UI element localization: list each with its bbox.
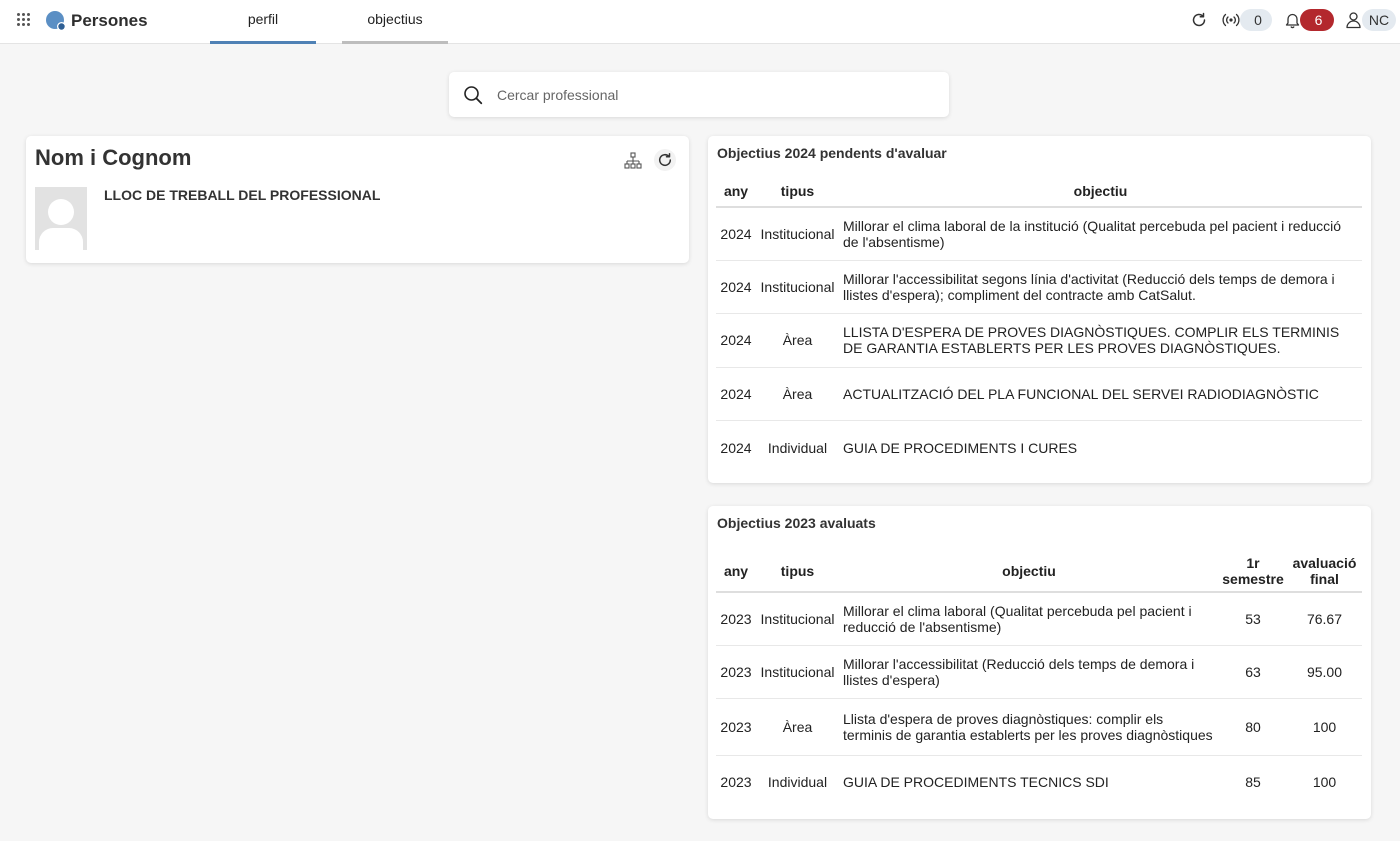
cell-tipus: Individual: [767, 773, 828, 790]
job-title: LLOC DE TREBALL DEL PROFESSIONAL: [104, 187, 381, 203]
cell-objectiu: Llista d'espera de proves diagnòstiques:…: [839, 698, 1219, 756]
cell-any: 2023: [716, 645, 756, 699]
tab-objectius[interactable]: objectius: [342, 0, 448, 44]
cell-any: 2024: [716, 367, 756, 422]
table-row: 2024 Institucional Millorar l'accessibil…: [716, 260, 1362, 315]
column-header-any: any: [716, 176, 756, 208]
cell-objectiu: Millorar el clima laboral (Qualitat perc…: [839, 592, 1219, 646]
cell-tipus: Institucional: [756, 207, 839, 261]
cell-avaluacio-final: 95.00: [1287, 645, 1362, 699]
user-icon[interactable]: [1345, 11, 1362, 29]
avatar: [35, 187, 87, 250]
apps-grid-icon[interactable]: [17, 13, 31, 27]
cell-tipus: Individual: [767, 439, 828, 456]
evaluated-objectives-table: any tipus objectiu 1r semestre avaluació…: [716, 550, 1362, 808]
cell-objectiu: Millorar el clima laboral de la instituc…: [839, 207, 1362, 261]
app-title: Persones: [71, 11, 148, 30]
cell-objectiu: GUIA DE PROCEDIMENTS I CURES: [843, 439, 1078, 456]
refresh-icon[interactable]: [1190, 11, 1208, 29]
table-row: 2023 Individual GUIA DE PROCEDIMENTS TEC…: [716, 755, 1362, 808]
user-initials-badge[interactable]: NC: [1362, 9, 1396, 31]
column-header-objectiu: objectiu: [839, 550, 1219, 593]
table-row: 2023 Institucional Millorar el clima lab…: [716, 592, 1362, 646]
cell-any: 2024: [716, 313, 756, 368]
profile-card: Nom i Cognom LLOC DE TREBALL DEL PROFESS…: [26, 136, 689, 263]
column-header-tipus: tipus: [756, 176, 839, 208]
table-row: 2023 Institucional Millorar l'accessibil…: [716, 645, 1362, 699]
notifications-count-badge[interactable]: 6: [1300, 9, 1334, 31]
pending-objectives-title: Objectius 2024 pendents d'avaluar: [717, 145, 947, 161]
cell-any: 2023: [716, 698, 756, 756]
cell-semestre: 63: [1219, 645, 1287, 699]
column-header-objectiu: objectiu: [839, 176, 1362, 208]
table-row: 2024 Individual GUIA DE PROCEDIMENTS I C…: [716, 421, 1362, 474]
search-icon: [464, 86, 483, 105]
cell-avaluacio-final: 76.67: [1287, 592, 1362, 646]
cell-objectiu: GUIA DE PROCEDIMENTS TECNICS SDI: [843, 773, 1109, 790]
cell-avaluacio-final: 100: [1287, 698, 1362, 756]
cell-objectiu: ACTUALITZACIÓ DEL PLA FUNCIONAL DEL SERV…: [839, 367, 1362, 422]
tab-perfil[interactable]: perfil: [210, 0, 316, 44]
connections-count-badge[interactable]: 0: [1240, 9, 1272, 31]
evaluated-objectives-title: Objectius 2023 avaluats: [717, 515, 876, 531]
cell-any: 2024: [720, 439, 752, 456]
refresh-icon: [658, 153, 672, 166]
table-row: 2024 Àrea ACTUALITZACIÓ DEL PLA FUNCIONA…: [716, 367, 1362, 422]
table-row: 2024 Àrea LLISTA D'ESPERA DE PROVES DIAG…: [716, 313, 1362, 368]
cell-tipus: Àrea: [756, 367, 839, 422]
avatar-placeholder-icon: [39, 199, 83, 250]
cell-semestre: 80: [1219, 698, 1287, 756]
cell-tipus: Institucional: [756, 592, 839, 646]
cell-tipus: Àrea: [756, 313, 839, 368]
cell-avaluacio-final: 100: [1312, 773, 1337, 790]
top-bar: Persones perfil objectius 0 6 NC: [0, 0, 1400, 44]
column-header-semestre: 1r semestre: [1219, 550, 1287, 593]
table-row: 2024 Institucional Millorar el clima lab…: [716, 207, 1362, 261]
logo-icon: [46, 11, 66, 31]
pending-objectives-card: Objectius 2024 pendents d'avaluar any ti…: [708, 136, 1371, 483]
cell-objectiu: Millorar l'accessibilitat (Reducció dels…: [839, 645, 1219, 699]
bell-icon[interactable]: [1284, 11, 1301, 29]
cell-semestre: 53: [1219, 592, 1287, 646]
cell-any: 2024: [716, 207, 756, 261]
refresh-profile-button[interactable]: [654, 149, 676, 171]
column-header-avaluacio-final: avaluació final: [1287, 550, 1362, 593]
cell-objectiu: LLISTA D'ESPERA DE PROVES DIAGNÒSTIQUES.…: [839, 313, 1362, 368]
column-header-tipus: tipus: [756, 550, 839, 593]
table-row: 2023 Àrea Llista d'espera de proves diag…: [716, 698, 1362, 756]
cell-objectiu: Millorar l'accessibilitat segons línia d…: [839, 260, 1362, 315]
cell-tipus: Institucional: [756, 260, 839, 315]
cell-any: 2023: [716, 592, 756, 646]
cell-tipus: Àrea: [756, 698, 839, 756]
cell-any: 2023: [720, 773, 752, 790]
org-chart-icon[interactable]: [622, 150, 644, 172]
search-input[interactable]: [497, 82, 937, 107]
broadcast-icon[interactable]: [1221, 12, 1241, 28]
profile-name: Nom i Cognom: [35, 145, 192, 170]
cell-semestre: 85: [1245, 773, 1261, 790]
search-bar: [449, 72, 949, 117]
cell-tipus: Institucional: [756, 645, 839, 699]
column-header-any: any: [716, 550, 756, 593]
evaluated-objectives-card: Objectius 2023 avaluats any tipus object…: [708, 506, 1371, 819]
pending-objectives-table: any tipus objectiu 2024 Institucional Mi…: [716, 176, 1362, 474]
cell-any: 2024: [716, 260, 756, 315]
